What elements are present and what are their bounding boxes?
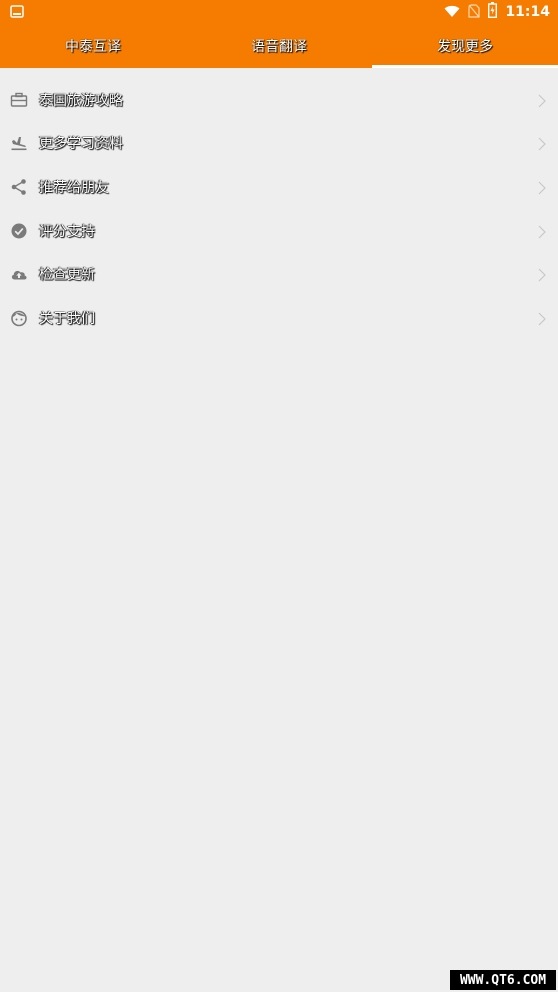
cloud-upload-icon [10, 265, 28, 283]
battery-charging-icon [488, 2, 498, 22]
menu-item-about-us[interactable]: 关于我们 [0, 296, 558, 340]
tab-discover-more[interactable]: 发现更多 [372, 24, 558, 68]
status-time: 11:14 [505, 4, 550, 20]
tab-voice-translate[interactable]: 语音翻译 [186, 24, 372, 68]
check-circle-icon [10, 222, 28, 240]
tab-bar: 中泰互译 语音翻译 发现更多 [0, 24, 558, 68]
discover-menu-list: 泰国旅游攻略 更多学习资料 推荐给朋友 评分支持 检查更新 关于我们 [0, 78, 558, 340]
menu-item-check-update[interactable]: 检查更新 [0, 252, 558, 296]
menu-item-label: 推荐给朋友 [39, 179, 109, 196]
briefcase-icon [10, 91, 28, 109]
wifi-icon [444, 3, 460, 22]
menu-item-label: 关于我们 [39, 310, 95, 327]
chevron-right-icon [538, 93, 546, 108]
no-sim-icon [468, 3, 481, 22]
plane-landing-icon [10, 134, 28, 152]
menu-item-label: 检查更新 [39, 267, 95, 284]
menu-item-more-learning-materials[interactable]: 更多学习资料 [0, 122, 558, 166]
site-watermark: WWW.QT6.COM [450, 970, 556, 990]
menu-item-label: 泰国旅游攻略 [39, 92, 123, 109]
chevron-right-icon [538, 224, 546, 239]
chevron-right-icon [538, 311, 546, 326]
chevron-right-icon [538, 180, 546, 195]
chevron-right-icon [538, 267, 546, 282]
face-icon [10, 309, 28, 327]
screen-cast-icon [10, 4, 24, 23]
status-bar: 11:14 [0, 0, 558, 24]
menu-item-recommend-to-friends[interactable]: 推荐给朋友 [0, 165, 558, 209]
share-icon [10, 178, 28, 196]
chevron-right-icon [538, 136, 546, 151]
menu-item-label: 评分支持 [39, 223, 95, 240]
menu-item-label: 更多学习资料 [39, 136, 123, 153]
tab-chinese-thai-translate[interactable]: 中泰互译 [0, 24, 186, 68]
menu-item-thailand-travel-guide[interactable]: 泰国旅游攻略 [0, 78, 558, 122]
menu-item-rate-support[interactable]: 评分支持 [0, 209, 558, 253]
